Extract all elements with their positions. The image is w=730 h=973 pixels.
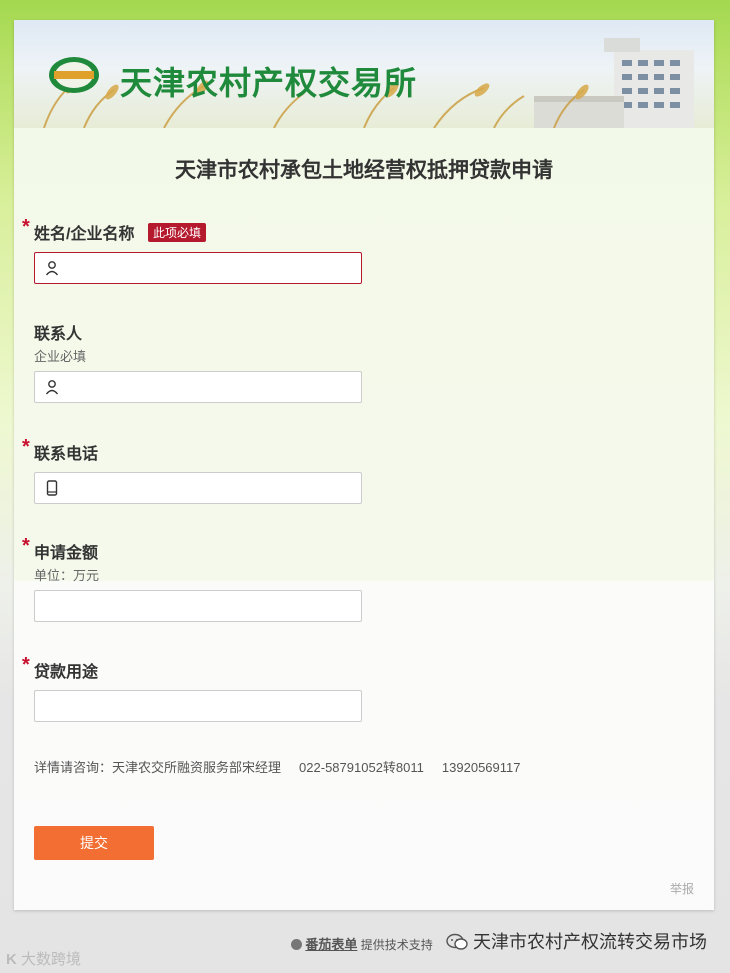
amount-input[interactable] — [43, 591, 359, 623]
required-star: * — [22, 535, 30, 557]
report-link[interactable]: 举报 — [670, 880, 694, 897]
phone-icon — [46, 480, 58, 496]
required-star: * — [22, 654, 30, 676]
field-contact-person: 联系人 企业必填 — [22, 320, 542, 404]
required-error-badge: 此项必填 — [148, 223, 207, 242]
provider-credit: 番茄表单 提供技术支持 — [291, 934, 433, 953]
field-label: 申请金额 — [34, 545, 99, 562]
form-card: 天津农村产权交易所 天津市农村承包土地经营权抵押贷款申请 * 姓名/企业名称 此… — [14, 20, 714, 910]
person-icon — [45, 380, 59, 395]
name-input[interactable] — [67, 253, 359, 285]
field-label: 贷款用途 — [34, 664, 99, 681]
submit-button[interactable]: 提交 — [34, 826, 154, 860]
field-amount: * 申请金额 单位：万元 — [22, 535, 542, 623]
amount-input-box — [34, 590, 362, 623]
field-phone: * 联系电话 — [22, 436, 542, 505]
loan-purpose-input-box — [34, 690, 362, 723]
brand-name: 天津农村产权交易所 — [120, 65, 418, 101]
phone-input-box — [34, 472, 362, 505]
provider-name[interactable]: 番茄表单 — [305, 937, 357, 952]
watermark: K 大数跨境 — [6, 948, 81, 969]
wechat-account-caption: 天津市农村产权流转交易市场 — [446, 928, 707, 954]
field-loan-purpose: * 贷款用途 — [22, 654, 542, 723]
field-label: 姓名/企业名称 — [34, 226, 135, 243]
phone-input[interactable] — [67, 473, 359, 505]
field-label: 联系电话 — [34, 446, 99, 463]
required-star: * — [22, 216, 30, 238]
watermark-logo-icon: K — [6, 951, 17, 968]
contact-info: 详情请咨询：天津农交所融资服务部宋经理 022-58791052转8011 13… — [34, 760, 521, 775]
required-star: * — [22, 436, 30, 458]
field-hint: 单位：万元 — [34, 568, 100, 583]
header-banner: 天津农村产权交易所 — [14, 20, 714, 128]
form-title: 天津市农村承包土地经营权抵押贷款申请 — [175, 159, 553, 182]
provider-suffix: 提供技术支持 — [360, 938, 433, 952]
wechat-icon — [446, 933, 468, 950]
name-input-box — [34, 252, 362, 285]
watermark-text: 大数跨境 — [21, 951, 82, 968]
contact-person-input[interactable] — [67, 372, 359, 404]
contact-person-input-box — [34, 371, 362, 404]
brand-logo — [49, 57, 99, 93]
wechat-account-name: 天津市农村产权流转交易市场 — [473, 932, 708, 952]
field-hint: 企业必填 — [34, 349, 87, 364]
field-label: 联系人 — [34, 326, 83, 343]
person-icon — [45, 261, 59, 276]
field-name: * 姓名/企业名称 此项必填 — [22, 216, 542, 285]
loan-purpose-input[interactable] — [43, 691, 359, 723]
tomato-icon — [291, 939, 302, 950]
